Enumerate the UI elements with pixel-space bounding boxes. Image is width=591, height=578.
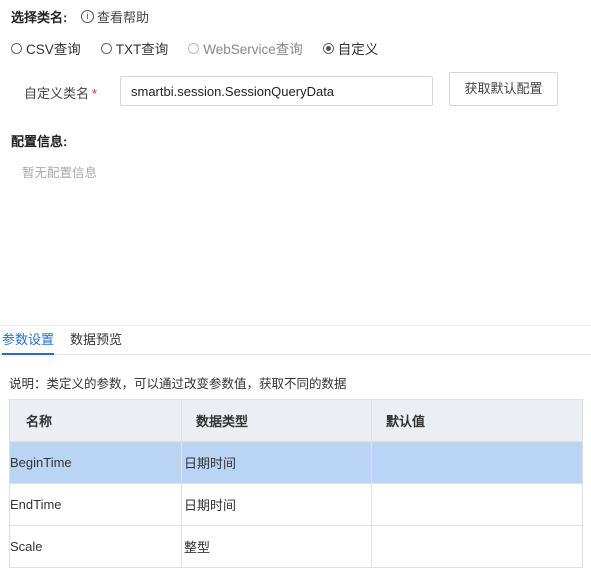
custom-class-label-text: 自定义类名 xyxy=(24,86,90,101)
radio-custom[interactable]: 自定义 xyxy=(322,38,379,58)
query-type-radio-group: CSV查询 TXT查询 WebService查询 自定义 xyxy=(11,38,398,58)
params-table: 名称 数据类型 默认值 BeginTime 日期时间 EndTime 日期时间 … xyxy=(9,399,583,568)
cell-type[interactable]: 日期时间 xyxy=(181,441,372,484)
config-info-title: 配置信息: xyxy=(11,134,68,149)
cell-type[interactable]: 整型 xyxy=(181,525,372,568)
column-header-type: 数据类型 xyxy=(181,399,372,442)
table-header-row: 名称 数据类型 默认值 xyxy=(9,399,583,442)
tab-bar: 参数设置 数据预览 xyxy=(0,325,591,355)
column-header-default: 默认值 xyxy=(371,399,583,442)
table-row[interactable]: EndTime 日期时间 xyxy=(9,483,583,526)
table-row[interactable]: Scale 整型 xyxy=(9,525,583,568)
radio-circle[interactable] xyxy=(100,42,112,54)
cell-name: EndTime xyxy=(9,483,182,526)
help-link[interactable]: i 查看帮助 xyxy=(81,7,149,26)
cell-name: BeginTime xyxy=(9,441,182,484)
select-class-label: 选择类名: xyxy=(11,10,68,25)
help-label: 查看帮助 xyxy=(97,10,150,25)
radio-circle xyxy=(188,42,200,54)
config-empty-text: 暂无配置信息 xyxy=(22,166,98,180)
custom-class-label: 自定义类名 * xyxy=(24,83,97,102)
info-circle-icon: i xyxy=(81,10,94,23)
fetch-default-config-button[interactable]: 获取默认配置 xyxy=(449,72,558,106)
cell-default[interactable] xyxy=(371,441,583,484)
tab-data-preview[interactable]: 数据预览 xyxy=(70,326,122,354)
custom-class-input[interactable] xyxy=(120,76,433,106)
cell-default[interactable] xyxy=(371,525,583,568)
radio-label: TXT查询 xyxy=(115,42,169,57)
column-header-name: 名称 xyxy=(9,399,182,442)
radio-webservice-query: WebService查询 xyxy=(188,38,303,58)
required-mark: * xyxy=(92,86,98,101)
cell-name: Scale xyxy=(9,525,182,568)
params-description: 说明：类定义的参数，可以通过改变参数值，获取不同的数据 xyxy=(9,377,347,391)
radio-label: CSV查询 xyxy=(26,42,81,57)
radio-circle[interactable] xyxy=(11,42,22,54)
cell-type[interactable]: 日期时间 xyxy=(181,483,372,526)
radio-label: 自定义 xyxy=(337,42,379,57)
table-row[interactable]: BeginTime 日期时间 xyxy=(9,441,583,484)
radio-circle[interactable] xyxy=(322,42,334,54)
radio-csv-query[interactable]: CSV查询 xyxy=(11,38,81,58)
tab-param-settings[interactable]: 参数设置 xyxy=(2,326,55,355)
radio-label: WebService查询 xyxy=(203,42,303,57)
radio-txt-query[interactable]: TXT查询 xyxy=(100,38,169,58)
cell-default[interactable] xyxy=(371,483,583,526)
